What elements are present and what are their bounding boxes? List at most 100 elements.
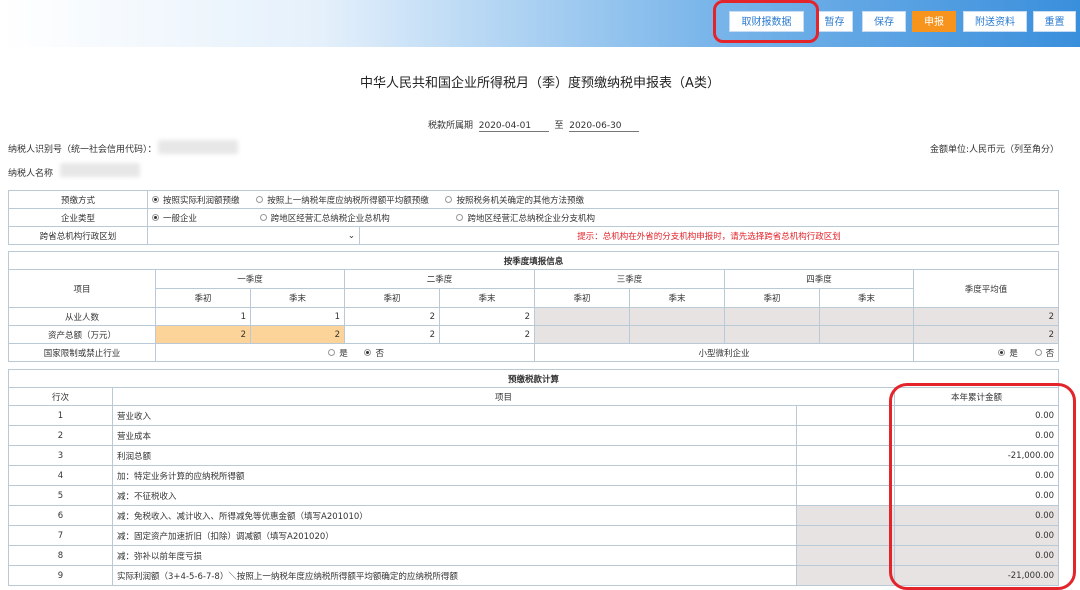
period-to-label: 至	[554, 121, 564, 131]
quarter-item-header: 项目	[8, 269, 156, 308]
enterprise-type-options: 一般企业 跨地区经营汇总纳税企业总机构 跨地区经营汇总纳税企业分支机构	[146, 208, 1060, 227]
assets-q2-end[interactable]: 2	[439, 325, 535, 344]
enterprise-option-head[interactable]: 跨地区经营汇总纳税企业总机构	[259, 212, 390, 224]
radio-selected-icon	[364, 348, 372, 356]
row-number: 1	[8, 405, 113, 426]
employees-q3-end	[629, 307, 725, 326]
taxpayer-name-value	[60, 163, 140, 177]
row-item: 减：不征税收入	[112, 485, 797, 506]
highlight-fetch-button	[713, 0, 819, 43]
employees-q1-end[interactable]: 1	[250, 307, 345, 326]
employees-q2-start[interactable]: 2	[344, 307, 440, 326]
small-enterprise-label: 小型微利企业	[534, 343, 914, 362]
enterprise-option-general[interactable]: 一般企业	[152, 212, 197, 224]
employees-label: 从业人数	[8, 307, 156, 326]
row-spacer	[796, 405, 895, 426]
prepay-option-actual[interactable]: 按照实际利润额预缴	[152, 194, 240, 206]
assets-q1-end[interactable]: 2	[250, 325, 345, 344]
row-item: 减：免税收入、减计收入、所得减免等优惠金额（填写A201010）	[112, 505, 797, 526]
radio-icon	[445, 195, 453, 203]
radio-icon	[328, 348, 336, 356]
q2-header: 二季度	[344, 269, 535, 289]
form-title: 中华人民共和国企业所得税月（季）度预缴纳税申报表（A类）	[360, 76, 720, 91]
row-spacer	[796, 545, 895, 566]
prepay-option-average[interactable]: 按照上一纳税年度应纳税所得额平均额预缴	[256, 194, 429, 206]
small-enterprise-options: 是 否	[912, 343, 1060, 362]
row-spacer	[796, 425, 895, 446]
prepay-option-other[interactable]: 按照税务机关确定的其他方法预缴	[445, 194, 584, 206]
employees-q4-end	[819, 307, 914, 326]
row-number: 5	[8, 485, 113, 506]
employees-q3-start	[534, 307, 630, 326]
row-number: 3	[8, 445, 113, 466]
cross-region-hint: 提示：总机构在外省的分支机构申报时，请先选择跨省总机构行政区划	[358, 226, 1060, 245]
row-spacer	[796, 565, 895, 586]
employees-q1-start[interactable]: 1	[155, 307, 251, 326]
cross-region-select[interactable]: ⌄	[147, 226, 360, 245]
basic-info-table: 预缴方式 按照实际利润额预缴 按照上一纳税年度应纳税所得额平均额预缴 按照税务机…	[8, 190, 1060, 245]
assets-q1-start[interactable]: 2	[155, 325, 251, 344]
temp-save-button[interactable]: 暂存	[816, 11, 853, 32]
period-start-field[interactable]: 2020-04-01	[478, 121, 549, 132]
row-item: 营业收入	[112, 405, 797, 426]
period-label: 税款所属期	[428, 121, 474, 131]
row-spacer	[796, 465, 895, 486]
assets-q2-start[interactable]: 2	[344, 325, 440, 344]
employees-q2-end[interactable]: 2	[439, 307, 535, 326]
radio-selected-icon	[152, 195, 159, 203]
employees-q4-start	[724, 307, 820, 326]
radio-icon	[256, 195, 264, 203]
cross-region-label: 跨省总机构行政区划	[8, 226, 148, 245]
quarter-average-header: 季度平均值	[912, 269, 1060, 308]
small-no-option[interactable]: 否	[1034, 347, 1054, 359]
restricted-yes-option[interactable]: 是	[328, 347, 348, 359]
top-toolbar: 取财报数据 暂存 保存 申报 附送资料 重置	[0, 0, 1080, 47]
row-number: 9	[8, 565, 113, 586]
radio-icon	[456, 213, 464, 221]
save-button[interactable]: 保存	[862, 11, 906, 32]
small-yes-option[interactable]: 是	[998, 347, 1018, 359]
q3-header: 三季度	[534, 269, 725, 289]
restricted-industry-label: 国家限制或禁止行业	[8, 343, 156, 362]
assets-q4-start	[724, 325, 820, 344]
assets-row: 资产总额（万元） 2 2 2 2 2	[8, 325, 1060, 344]
row-spacer	[796, 485, 895, 506]
assets-label: 资产总额（万元）	[8, 325, 156, 344]
taxpayer-id-value	[158, 140, 238, 154]
radio-selected-icon	[998, 348, 1006, 356]
q1-start-header: 季初	[155, 288, 251, 308]
assets-q4-end	[819, 325, 914, 344]
employees-average: 2	[912, 307, 1060, 326]
restricted-row: 国家限制或禁止行业 是 否 小型微利企业 是 否	[8, 343, 1060, 362]
q1-end-header: 季末	[250, 288, 345, 308]
row-number-header: 行次	[8, 387, 113, 406]
attach-materials-button[interactable]: 附送资料	[963, 11, 1027, 32]
q2-end-header: 季末	[439, 288, 535, 308]
prepay-method-label: 预缴方式	[8, 190, 148, 209]
row-number: 4	[8, 465, 113, 486]
calc-item-header: 项目	[112, 387, 895, 406]
row-spacer	[796, 505, 895, 526]
assets-q3-start	[534, 325, 630, 344]
row-number: 7	[8, 525, 113, 546]
radio-icon	[1034, 348, 1042, 356]
quarterly-section-title: 按季度填报信息	[7, 251, 1060, 270]
radio-selected-icon	[152, 213, 159, 221]
q2-start-header: 季初	[344, 288, 440, 308]
declare-button[interactable]: 申报	[912, 11, 956, 32]
row-number: 6	[8, 505, 113, 526]
highlight-annual-amount-column	[889, 383, 1076, 590]
row-spacer	[796, 445, 895, 466]
row-item: 利润总额	[112, 445, 797, 466]
period-end-field[interactable]: 2020-06-30	[569, 121, 640, 132]
chevron-down-icon: ⌄	[347, 230, 355, 241]
row-item: 营业成本	[112, 425, 797, 446]
row-item: 减：固定资产加速折旧（扣除）调减额（填写A201020）	[112, 525, 797, 546]
reset-button[interactable]: 重置	[1033, 11, 1076, 32]
enterprise-option-branch[interactable]: 跨地区经营汇总纳税企业分支机构	[456, 212, 595, 224]
enterprise-type-label: 企业类型	[8, 208, 148, 227]
assets-q3-end	[629, 325, 725, 344]
q4-header: 四季度	[724, 269, 914, 289]
prepay-method-options: 按照实际利润额预缴 按照上一纳税年度应纳税所得额平均额预缴 按照税务机关确定的其…	[146, 190, 1060, 209]
restricted-no-option[interactable]: 否	[364, 347, 384, 359]
